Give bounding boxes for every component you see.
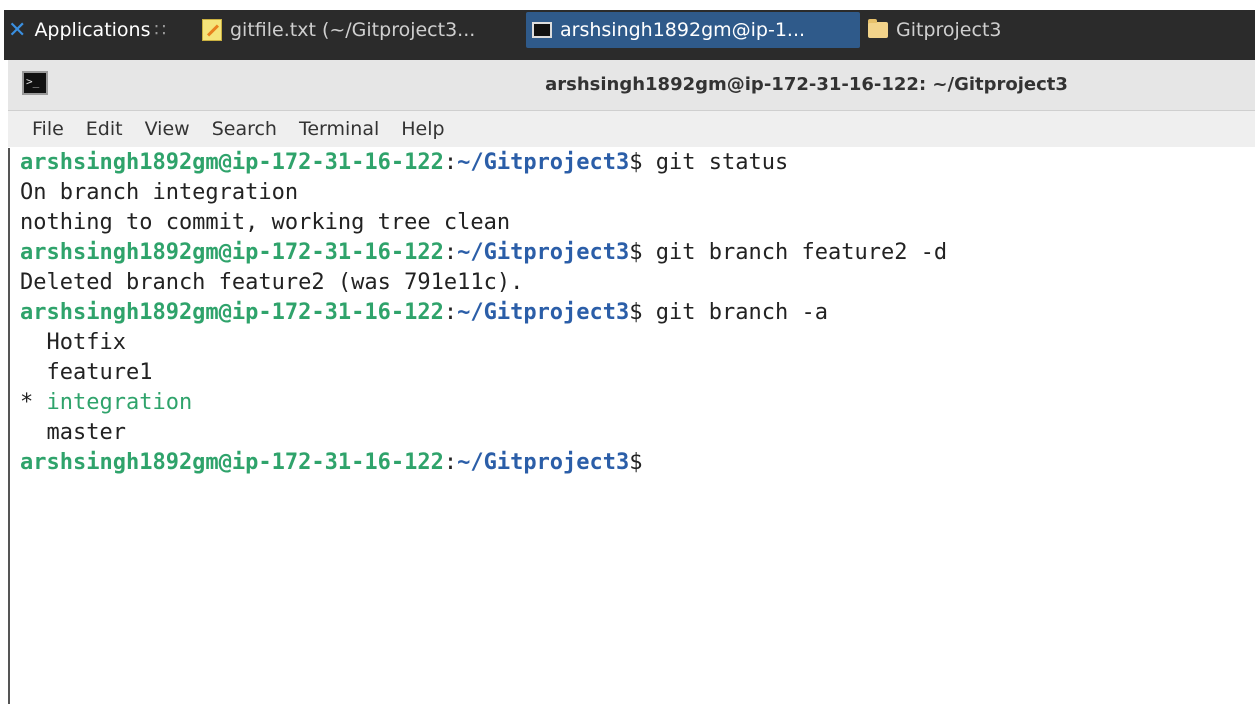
terminal-icon [532, 22, 552, 38]
prompt-end: $ [629, 240, 643, 265]
branch-line: Hotfix [20, 330, 126, 355]
prompt-path: ~/Gitproject3 [457, 450, 630, 475]
task-terminal[interactable]: arshsingh1892gm@ip-1... [526, 12, 860, 48]
branch-line: feature1 [20, 360, 153, 385]
menu-file[interactable]: File [32, 118, 64, 140]
terminal-line: nothing to commit, working tree clean [20, 210, 511, 235]
task-gitfile-editor[interactable]: gitfile.txt (~/Gitproject3... [198, 12, 524, 48]
command: git branch -a [642, 300, 828, 325]
menu-view[interactable]: View [145, 118, 190, 140]
menu-help[interactable]: Help [401, 118, 444, 140]
taskbar: ✕ Applications ∷ gitfile.txt (~/Gitproje… [0, 0, 1255, 60]
terminal-output[interactable]: arshsingh1892gm@ip-172-31-16-122:~/Gitpr… [8, 148, 1255, 704]
prompt-user: arshsingh1892gm@ip-172-31-16-122 [20, 450, 444, 475]
xfce-logo-icon: ✕ [8, 17, 27, 43]
prompt-separator: : [443, 450, 458, 475]
terminal-line: arshsingh1892gm@ip-172-31-16-122:~/Gitpr… [10, 148, 1255, 178]
command: git status [642, 150, 789, 175]
prompt-user: arshsingh1892gm@ip-172-31-16-122 [20, 150, 444, 175]
prompt-end: $ [629, 450, 643, 475]
prompt-end: $ [629, 300, 643, 325]
terminal-line: Deleted branch feature2 (was 791e11c). [20, 270, 524, 295]
window-title: arshsingh1892gm@ip-172-31-16-122: ~/Gitp… [545, 74, 1068, 95]
prompt-path: ~/Gitproject3 [457, 240, 630, 265]
task-label: arshsingh1892gm@ip-1... [560, 19, 806, 41]
branch-line: master [20, 420, 126, 445]
menu-search[interactable]: Search [212, 118, 277, 140]
terminal-line: arshsingh1892gm@ip-172-31-16-122:~/Gitpr… [10, 238, 1255, 268]
applications-separator: ∷ [154, 19, 166, 41]
folder-icon [868, 19, 888, 38]
prompt-path: ~/Gitproject3 [457, 150, 630, 175]
menubar: File Edit View Search Terminal Help [8, 111, 1255, 147]
text-editor-icon [202, 19, 222, 41]
task-label: Gitproject3 [896, 19, 1002, 41]
command: git branch feature2 -d [642, 240, 948, 265]
terminal-line: arshsingh1892gm@ip-172-31-16-122:~/Gitpr… [10, 298, 1255, 328]
prompt-user: arshsingh1892gm@ip-172-31-16-122 [20, 240, 444, 265]
menu-terminal[interactable]: Terminal [299, 118, 379, 140]
current-branch-marker: * [20, 390, 47, 415]
prompt-separator: : [443, 240, 458, 265]
task-label: gitfile.txt (~/Gitproject3... [230, 19, 476, 41]
window-titlebar[interactable]: >_ arshsingh1892gm@ip-172-31-16-122: ~/G… [8, 60, 1255, 111]
prompt-user: arshsingh1892gm@ip-172-31-16-122 [20, 300, 444, 325]
terminal-line: arshsingh1892gm@ip-172-31-16-122:~/Gitpr… [10, 448, 1255, 478]
prompt-path: ~/Gitproject3 [457, 300, 630, 325]
task-file-manager[interactable]: Gitproject3 [862, 12, 1192, 48]
applications-label: Applications [34, 19, 151, 41]
prompt-separator: : [443, 150, 458, 175]
current-branch: integration [46, 390, 193, 415]
prompt-separator: : [443, 300, 458, 325]
terminal-line: On branch integration [20, 180, 299, 205]
applications-menu[interactable]: ✕ Applications ∷ [6, 12, 196, 48]
prompt-end: $ [629, 150, 643, 175]
menu-edit[interactable]: Edit [86, 118, 123, 140]
branch-line-current: * integration [10, 388, 1255, 418]
